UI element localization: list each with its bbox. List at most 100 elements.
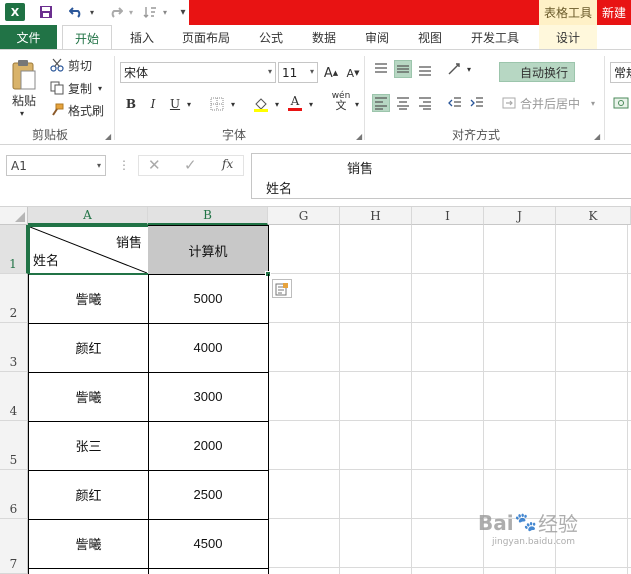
cell-b2[interactable]: 5000 bbox=[148, 274, 269, 324]
underline-dropdown-icon[interactable]: ▾ bbox=[184, 95, 194, 113]
align-center-icon[interactable] bbox=[394, 94, 412, 112]
select-all-corner[interactable] bbox=[0, 207, 28, 225]
underline-button[interactable]: U bbox=[166, 95, 184, 113]
merge-center-button[interactable]: 合并后居中 bbox=[520, 94, 580, 112]
row-header-5[interactable]: 5 bbox=[0, 421, 28, 470]
merge-center-dropdown-icon[interactable]: ▾ bbox=[588, 94, 598, 112]
row-header-7[interactable]: 7 bbox=[0, 519, 28, 574]
cell-b6[interactable]: 2500 bbox=[148, 470, 269, 520]
tab-file[interactable]: 文件 bbox=[0, 25, 57, 49]
cell-a2[interactable]: 訾曦 bbox=[28, 274, 149, 324]
align-middle-icon[interactable] bbox=[394, 60, 412, 78]
copy-button[interactable]: 复制 bbox=[68, 80, 92, 96]
cell-b1[interactable]: 计算机 bbox=[148, 225, 269, 275]
column-header-h[interactable]: H bbox=[340, 207, 412, 225]
cell-a7[interactable]: 訾曦 bbox=[28, 519, 149, 569]
font-size-dropdown-icon[interactable]: ▾ bbox=[310, 67, 314, 76]
tab-insert[interactable]: 插入 bbox=[122, 25, 162, 49]
increase-indent-icon[interactable] bbox=[468, 94, 486, 112]
column-header-g[interactable]: G bbox=[268, 207, 340, 225]
orientation-dropdown-icon[interactable]: ▾ bbox=[464, 60, 474, 78]
cell-a4[interactable]: 訾曦 bbox=[28, 372, 149, 422]
format-painter-icon[interactable] bbox=[50, 102, 66, 118]
name-box-dropdown-icon[interactable]: ▾ bbox=[97, 161, 101, 170]
cell-b4[interactable]: 3000 bbox=[148, 372, 269, 422]
font-name-dropdown-icon[interactable]: ▾ bbox=[268, 67, 272, 76]
paste-options-icon[interactable] bbox=[272, 279, 292, 298]
copy-dropdown-icon[interactable]: ▾ bbox=[98, 83, 106, 93]
tab-formulas[interactable]: 公式 bbox=[252, 25, 290, 49]
align-left-icon[interactable] bbox=[372, 94, 390, 112]
row-header-1[interactable]: 1 bbox=[0, 225, 28, 274]
paste-button[interactable]: 粘贴 bbox=[12, 93, 40, 108]
cancel-icon[interactable]: ✕ bbox=[148, 156, 161, 174]
cell-a5[interactable]: 张三 bbox=[28, 421, 149, 471]
column-header-a[interactable]: A bbox=[28, 207, 148, 225]
sort-icon[interactable] bbox=[140, 3, 160, 21]
copy-icon[interactable] bbox=[50, 80, 66, 96]
save-icon[interactable] bbox=[36, 3, 56, 21]
row-header-3[interactable]: 3 bbox=[0, 323, 28, 372]
redo-dropdown-icon[interactable]: ▾ bbox=[127, 3, 135, 21]
paste-dropdown-icon[interactable]: ▾ bbox=[20, 108, 30, 118]
font-name-combo[interactable]: 宋体 ▾ bbox=[120, 62, 276, 83]
cell-b8[interactable] bbox=[148, 568, 269, 574]
cell-a1[interactable]: 销售 姓名 bbox=[28, 225, 149, 275]
new-button[interactable]: 新建 bbox=[597, 0, 631, 25]
name-box[interactable]: A1 ▾ bbox=[6, 155, 106, 176]
tab-data[interactable]: 数据 bbox=[304, 25, 344, 49]
shrink-font-icon[interactable]: A ▼ bbox=[344, 64, 362, 82]
tab-page-layout[interactable]: 页面布局 bbox=[176, 25, 236, 49]
row-header-6[interactable]: 6 bbox=[0, 470, 28, 519]
cut-icon[interactable] bbox=[50, 57, 66, 73]
tab-home[interactable]: 开始 bbox=[62, 25, 112, 50]
grow-font-icon[interactable]: A ▲ bbox=[322, 64, 340, 82]
borders-dropdown-icon[interactable]: ▾ bbox=[228, 95, 238, 113]
merge-center-icon[interactable] bbox=[500, 94, 518, 112]
bold-button[interactable]: B bbox=[122, 95, 140, 113]
tab-view[interactable]: 视图 bbox=[410, 25, 450, 49]
row-header-4[interactable]: 4 bbox=[0, 372, 28, 421]
sort-dropdown-icon[interactable]: ▾ bbox=[161, 3, 169, 21]
fill-color-dropdown-icon[interactable]: ▾ bbox=[272, 95, 282, 113]
number-format-combo[interactable]: 常规 bbox=[610, 62, 631, 83]
borders-icon[interactable] bbox=[208, 95, 226, 113]
column-header-b[interactable]: B bbox=[148, 207, 268, 225]
column-header-j[interactable]: J bbox=[484, 207, 556, 225]
paste-icon[interactable] bbox=[8, 58, 40, 92]
row-header-2[interactable]: 2 bbox=[0, 274, 28, 323]
cell-a3[interactable]: 颜红 bbox=[28, 323, 149, 373]
cell-b5[interactable]: 2000 bbox=[148, 421, 269, 471]
format-painter-button[interactable]: 格式刷 bbox=[68, 102, 104, 118]
cell-b3[interactable]: 4000 bbox=[148, 323, 269, 373]
currency-format-icon[interactable] bbox=[612, 94, 630, 112]
font-dialog-launcher-icon[interactable]: ◢ bbox=[356, 132, 362, 141]
font-color-icon[interactable]: A bbox=[286, 93, 304, 111]
clipboard-dialog-launcher-icon[interactable]: ◢ bbox=[105, 132, 111, 141]
italic-button[interactable]: I bbox=[144, 95, 162, 113]
decrease-indent-icon[interactable] bbox=[446, 94, 464, 112]
alignment-dialog-launcher-icon[interactable]: ◢ bbox=[594, 132, 600, 141]
cut-button[interactable]: 剪切 bbox=[68, 57, 92, 73]
cell-a8[interactable] bbox=[28, 568, 149, 574]
undo-icon[interactable] bbox=[65, 3, 87, 21]
formula-input[interactable]: 销售 姓名 bbox=[251, 153, 631, 199]
phonetic-dropdown-icon[interactable]: ▾ bbox=[352, 95, 362, 113]
font-color-dropdown-icon[interactable]: ▾ bbox=[306, 95, 316, 113]
align-top-icon[interactable] bbox=[372, 60, 390, 78]
align-right-icon[interactable] bbox=[416, 94, 434, 112]
fill-color-icon[interactable] bbox=[252, 95, 270, 113]
insert-function-icon[interactable]: fx bbox=[222, 157, 233, 171]
column-header-k[interactable]: K bbox=[556, 207, 631, 225]
wrap-text-button[interactable]: 自动换行 bbox=[499, 62, 575, 82]
phonetic-guide-icon[interactable]: wén 文 bbox=[330, 91, 352, 111]
tab-design[interactable]: 设计 bbox=[539, 25, 597, 49]
redo-icon[interactable] bbox=[106, 3, 126, 21]
customize-quick-access-icon[interactable]: ▾ bbox=[178, 3, 188, 21]
tab-review[interactable]: 审阅 bbox=[357, 25, 397, 49]
cell-a6[interactable]: 颜红 bbox=[28, 470, 149, 520]
column-header-i[interactable]: I bbox=[412, 207, 484, 225]
orientation-icon[interactable] bbox=[446, 60, 464, 78]
enter-icon[interactable]: ✓ bbox=[184, 156, 197, 174]
align-bottom-icon[interactable] bbox=[416, 60, 434, 78]
